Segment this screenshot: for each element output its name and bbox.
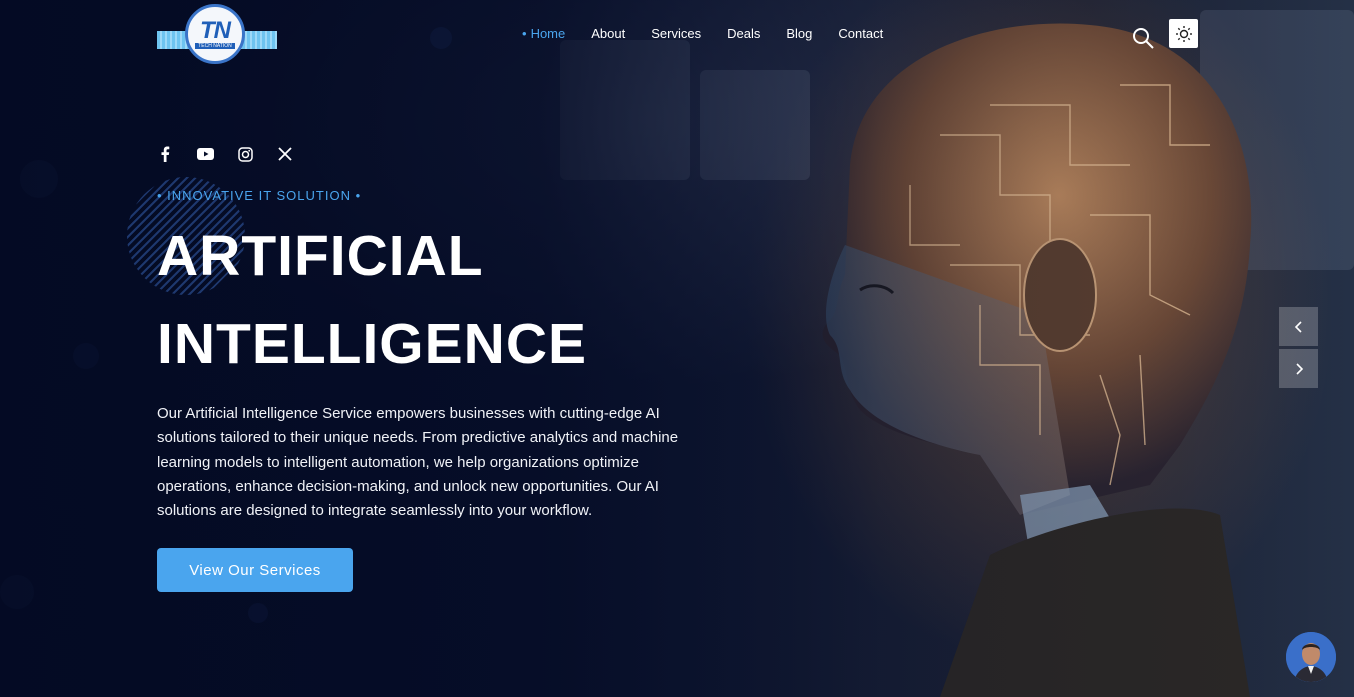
x-icon[interactable] (276, 145, 294, 163)
sun-icon (1175, 25, 1192, 42)
logo-mark: TN (200, 16, 231, 44)
facebook-icon[interactable] (156, 145, 174, 163)
nav-home[interactable]: Home (522, 26, 566, 41)
site-logo[interactable]: TN TECH NATION (157, 4, 277, 66)
nav-about[interactable]: About (591, 26, 625, 41)
nav-deals[interactable]: Deals (727, 26, 760, 41)
nav-services[interactable]: Services (651, 26, 701, 41)
logo-subtext: TECH NATION (195, 42, 235, 49)
logo-badge: TN TECH NATION (185, 4, 245, 64)
theme-toggle-button[interactable] (1169, 19, 1198, 48)
social-links (156, 145, 294, 163)
chat-assistant-avatar[interactable] (1286, 632, 1336, 682)
chevron-right-icon (1295, 362, 1303, 375)
view-services-button[interactable]: View Our Services (157, 548, 353, 592)
chevron-left-icon (1294, 320, 1302, 333)
hero-title-line2: INTELLIGENCE (157, 312, 588, 376)
slider-prev-button[interactable] (1279, 307, 1318, 346)
instagram-icon[interactable] (236, 145, 254, 163)
main-nav: Home About Services Deals Blog Contact (522, 26, 884, 41)
search-icon[interactable] (1131, 26, 1155, 50)
nav-contact[interactable]: Contact (838, 26, 883, 41)
slider-next-button[interactable] (1279, 349, 1318, 388)
hero-description: Our Artificial Intelligence Service empo… (157, 405, 679, 520)
nav-blog[interactable]: Blog (786, 26, 812, 41)
hero-eyebrow: • INNOVATIVE IT SOLUTION • (157, 188, 362, 203)
hero-title-line1: ARTIFICIAL (157, 224, 484, 288)
hero-title: ARTIFICIAL INTELLIGENCE (157, 212, 587, 388)
youtube-icon[interactable] (196, 145, 214, 163)
person-avatar-icon (1286, 632, 1336, 682)
